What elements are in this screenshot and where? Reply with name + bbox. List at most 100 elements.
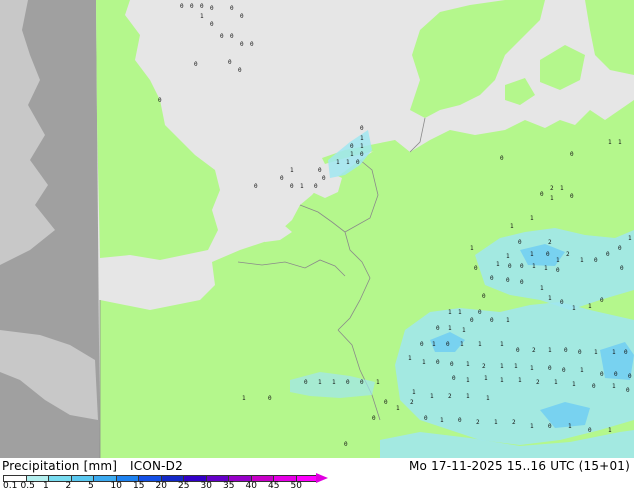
precip-value-label: 0 bbox=[180, 3, 184, 10]
precip-value-label: 1 bbox=[544, 265, 548, 272]
precip-value-label: 0 bbox=[570, 151, 574, 158]
precip-value-label: 0 bbox=[322, 175, 326, 182]
precip-value-label: 0 bbox=[190, 3, 194, 10]
precip-value-label: 1 bbox=[484, 375, 488, 382]
precip-value-label: 0 bbox=[564, 347, 568, 354]
precip-value-label: 0 bbox=[420, 341, 424, 348]
precip-value-label: 1 bbox=[608, 139, 612, 146]
precip-value-label: 1 bbox=[290, 167, 294, 174]
precip-value-label: 1 bbox=[440, 417, 444, 424]
color-scale-tick-label: 20 bbox=[155, 481, 167, 491]
precip-value-label: 1 bbox=[612, 383, 616, 390]
color-scale-tick-label: 0.1 bbox=[3, 481, 18, 491]
precip-value-label: 1 bbox=[430, 393, 434, 400]
map-footer: Precipitation [mm] ICON-D2 Mo 17-11-2025… bbox=[0, 458, 634, 491]
precip-value-label: 0 bbox=[240, 41, 244, 48]
model-name: ICON-D2 bbox=[130, 459, 183, 473]
precip-value-label: 1 bbox=[494, 419, 498, 426]
precip-value-label: 0 bbox=[350, 143, 354, 150]
precip-value-label: 2 bbox=[548, 239, 552, 246]
color-scale-tick-label: 50 bbox=[290, 481, 302, 491]
precip-value-label: 1 bbox=[628, 235, 632, 242]
precip-value-label: 0 bbox=[540, 191, 544, 198]
precip-value-label: 0 bbox=[588, 427, 592, 434]
precip-value-label: 0 bbox=[158, 97, 162, 104]
precip-value-label: 0 bbox=[450, 361, 454, 368]
precip-value-label: 0 bbox=[210, 21, 214, 28]
precip-value-label: 1 bbox=[530, 251, 534, 258]
precip-value-label: 0 bbox=[470, 317, 474, 324]
precip-value-label: 0 bbox=[556, 267, 560, 274]
precip-value-label: 0 bbox=[290, 183, 294, 190]
precip-value-label: 0 bbox=[562, 367, 566, 374]
color-scale-tick-label: 45 bbox=[268, 481, 280, 491]
precip-value-label: 1 bbox=[612, 349, 616, 356]
precip-value-label: 0 bbox=[436, 325, 440, 332]
precip-value-label: 1 bbox=[514, 363, 518, 370]
precip-value-label: 1 bbox=[332, 379, 336, 386]
precip-value-label: 0 bbox=[560, 299, 564, 306]
precip-value-label: 0 bbox=[600, 371, 604, 378]
precip-value-label: 0 bbox=[220, 33, 224, 40]
precip-value-label: 0 bbox=[384, 399, 388, 406]
precip-value-label: 1 bbox=[486, 395, 490, 402]
precip-value-label: 0 bbox=[606, 251, 610, 258]
precip-value-label: 1 bbox=[396, 405, 400, 412]
precip-value-label: 1 bbox=[300, 183, 304, 190]
precip-value-label: 1 bbox=[532, 263, 536, 270]
precip-value-label: 1 bbox=[530, 423, 534, 430]
precip-value-label: 0 bbox=[490, 317, 494, 324]
color-scale-arrow bbox=[316, 473, 328, 483]
precip-value-label: 1 bbox=[572, 305, 576, 312]
precip-value-label: 0 bbox=[200, 3, 204, 10]
precip-value-label: 1 bbox=[500, 377, 504, 384]
precip-value-label: 0 bbox=[304, 379, 308, 386]
precip-value-label: 0 bbox=[318, 167, 322, 174]
precip-value-label: 2 bbox=[482, 363, 486, 370]
precip-value-label: 0 bbox=[360, 125, 364, 132]
precip-value-label: 1 bbox=[448, 309, 452, 316]
precip-value-label: 1 bbox=[580, 367, 584, 374]
precip-value-label: 0 bbox=[592, 383, 596, 390]
precip-value-label: 2 bbox=[512, 419, 516, 426]
precip-value-label: 0 bbox=[478, 309, 482, 316]
precip-value-label: 0 bbox=[578, 349, 582, 356]
precip-value-label: 0 bbox=[628, 373, 632, 380]
precip-value-label: 0 bbox=[506, 277, 510, 284]
precip-value-label: 0 bbox=[548, 423, 552, 430]
precip-value-label: 1 bbox=[608, 427, 612, 434]
precip-value-label: 0 bbox=[516, 347, 520, 354]
precip-value-label: 1 bbox=[550, 195, 554, 202]
precip-value-label: 0 bbox=[520, 279, 524, 286]
precip-value-label: 1 bbox=[242, 395, 246, 402]
precip-value-label: 1 bbox=[556, 257, 560, 264]
precip-value-label: 1 bbox=[466, 393, 470, 400]
valid-time: Mo 17-11-2025 15..16 UTC (15+01) bbox=[408, 459, 630, 473]
precip-value-label: 0 bbox=[240, 13, 244, 20]
precip-value-label: 0 bbox=[238, 67, 242, 74]
precipitation-map[interactable]: 0 0 0 0 00100 00 00 000010 11 0100 1 001 1 00002 101 01… bbox=[0, 0, 634, 458]
precip-value-label: 1 bbox=[572, 381, 576, 388]
precip-value-label: 1 bbox=[462, 327, 466, 334]
precip-value-label: 0 bbox=[230, 5, 234, 12]
precip-value-label: 1 bbox=[588, 303, 592, 310]
color-scale-tick-label: 10 bbox=[110, 481, 122, 491]
precip-value-label: 0 bbox=[482, 293, 486, 300]
precip-value-label: 1 bbox=[580, 257, 584, 264]
precip-value-label: 0 bbox=[344, 441, 348, 448]
precip-value-label: 2 bbox=[448, 393, 452, 400]
precip-value-label: 0 bbox=[618, 245, 622, 252]
precip-value-label: 1 bbox=[506, 317, 510, 324]
color-scale-tick-label: 2 bbox=[65, 481, 72, 491]
legend-title: Precipitation [mm] bbox=[2, 459, 118, 473]
precip-value-label: 1 bbox=[560, 185, 564, 192]
precip-value-label: 1 bbox=[360, 135, 364, 142]
color-scale-tick-label: 40 bbox=[245, 481, 257, 491]
precip-value-label: 2 bbox=[566, 251, 570, 258]
color-scale-tick-label: 30 bbox=[200, 481, 212, 491]
precip-value-label: 0 bbox=[194, 61, 198, 68]
precip-value-label: 1 bbox=[432, 341, 436, 348]
precip-value-label: 0 bbox=[268, 395, 272, 402]
precip-value-label: 1 bbox=[496, 261, 500, 268]
precip-value-label: 1 bbox=[548, 295, 552, 302]
